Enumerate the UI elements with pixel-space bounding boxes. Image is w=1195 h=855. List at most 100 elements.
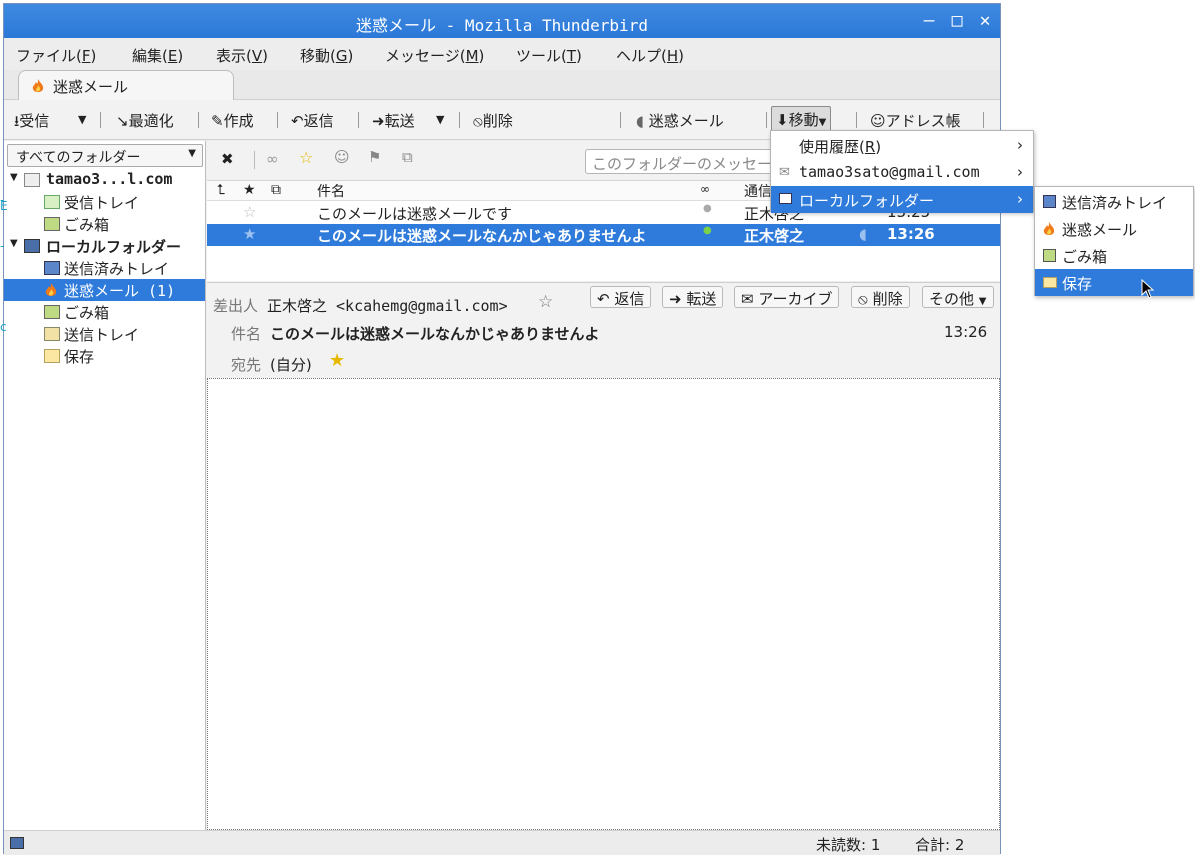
read-dot-icon[interactable]: ● — [703, 203, 712, 214]
trash-icon — [44, 217, 60, 231]
to-value[interactable]: (自分) — [270, 354, 312, 375]
expand-arrow-icon[interactable]: ▼ — [10, 172, 18, 183]
menu-item-recent[interactable]: 使用履歴(R) › — [771, 132, 1033, 159]
broom-icon: ↘ — [116, 112, 129, 130]
read-column-icon[interactable]: ∞ — [700, 182, 710, 196]
menu-bar: ファイル(F) 編集(E) 表示(V) 移動(G) メッセージ(M) ツール(T… — [4, 38, 1000, 70]
star-filter-icon[interactable]: ☆ — [299, 148, 313, 167]
get-mail-button[interactable]: ⭳受信 — [14, 110, 49, 136]
message-row-selected[interactable]: ★ このメールは迷惑メールなんかじゃありませんよ ● 正木啓之 ◖ 13:26 — [207, 224, 1000, 246]
header-forward-button[interactable]: ➜ 転送 — [662, 286, 724, 308]
folder-outbox[interactable]: 送信トレイ — [4, 323, 205, 345]
star-icon[interactable]: ★ — [243, 225, 256, 243]
menu-edit[interactable]: 編集(E) — [132, 45, 183, 66]
forward-button[interactable]: ➜転送 — [372, 110, 415, 131]
minimize-button[interactable]: – — [918, 10, 940, 32]
folder-account-gmail[interactable]: ▼ tamao3...l.com — [4, 169, 205, 191]
arrow-right-icon: ➜ — [669, 290, 682, 308]
menu-help[interactable]: ヘルプ(H) — [616, 45, 684, 66]
move-menu: 使用履歴(R) › ✉ tamao3sato@gmail.com › ローカルフ… — [770, 130, 1034, 213]
close-button[interactable]: ✕ — [974, 10, 996, 32]
forward-dropdown[interactable]: ▼ — [436, 113, 444, 126]
folder-local-trash[interactable]: ごみ箱 — [4, 301, 205, 323]
submenu-item-save[interactable]: 保存 — [1035, 269, 1193, 296]
tab-bar: 迷惑メール — [4, 70, 1000, 100]
thread-column-icon[interactable]: ⮤ — [217, 182, 225, 198]
background-text-fragment: c — [0, 320, 7, 334]
tab-junk[interactable]: 迷惑メール — [18, 70, 234, 100]
compact-button[interactable]: ↘最適化 — [116, 110, 174, 131]
folder-sent[interactable]: 送信済みトレイ — [4, 257, 205, 279]
chevron-down-icon: ▼ — [978, 296, 987, 307]
header-other-button[interactable]: その他 ▼ — [922, 286, 994, 308]
expand-arrow-icon[interactable]: ▼ — [10, 238, 18, 249]
header-reply-button[interactable]: ↶ 返信 — [590, 286, 652, 308]
menu-view[interactable]: 表示(V) — [216, 45, 268, 66]
attachment-icon[interactable]: ⧉ — [402, 148, 413, 166]
chevron-down-icon: ▼ — [188, 148, 196, 159]
from-value[interactable]: 正木啓之 <kcahemg@gmail.com> — [267, 295, 508, 316]
menu-go[interactable]: 移動(G) — [300, 45, 353, 66]
submenu-item-junk[interactable]: 迷惑メール — [1035, 215, 1193, 242]
junk-flame-icon — [45, 283, 57, 296]
from-label: 差出人 — [213, 297, 259, 315]
menu-file[interactable]: ファイル(F) — [16, 45, 96, 66]
folder-trash[interactable]: ごみ箱 — [4, 213, 205, 235]
folder-local-folders[interactable]: ▼ ローカルフォルダー — [4, 235, 205, 257]
computer-icon — [24, 239, 40, 253]
junk-status-icon[interactable]: ◖ — [859, 225, 867, 243]
reply-button[interactable]: ↶返信 — [291, 110, 334, 131]
link-icon[interactable]: ∞ — [266, 150, 279, 168]
attachment-column-icon[interactable]: ⧉ — [271, 182, 281, 198]
sent-icon — [1043, 195, 1056, 208]
correspondent-column[interactable]: 通信 — [744, 181, 772, 201]
folder-icon — [44, 349, 60, 363]
maximize-button[interactable]: □ — [946, 10, 968, 32]
person-icon: ☺ — [870, 112, 886, 130]
separator — [983, 112, 984, 128]
folder-inbox[interactable]: 受信トレイ — [4, 191, 205, 213]
menu-item-local-folders[interactable]: ローカルフォルダー › — [771, 186, 1033, 213]
total-count: 合計: 2 — [915, 836, 965, 854]
folder-mode-selector[interactable]: すべてのフォルダー ▼ — [7, 144, 203, 167]
account-icon — [24, 173, 40, 187]
trash-icon — [44, 305, 60, 319]
pin-icon[interactable]: ✖ — [221, 150, 234, 168]
move-button[interactable]: ⬇移動▼ — [771, 106, 832, 133]
inbox-icon — [44, 195, 60, 209]
separator — [277, 112, 278, 128]
envelope-icon: ✉ — [779, 165, 790, 180]
menu-item-gmail-account[interactable]: ✉ tamao3sato@gmail.com › — [771, 159, 1033, 186]
junk-flame-icon — [1043, 222, 1055, 235]
junk-button[interactable]: ◖ 迷惑メール — [636, 110, 724, 131]
star-icon[interactable]: ☆ — [243, 203, 256, 221]
get-mail-dropdown[interactable]: ▼ — [78, 113, 86, 126]
message-body[interactable] — [207, 378, 1000, 830]
offline-status-icon[interactable] — [10, 837, 24, 849]
star-icon[interactable]: ☆ — [538, 292, 553, 312]
folder-junk[interactable]: 迷惑メール (1) — [4, 279, 205, 301]
background-text-fragment: E — [0, 199, 8, 213]
unread-dot-icon[interactable]: ● — [703, 225, 712, 236]
separator — [198, 112, 199, 128]
submenu-item-sent[interactable]: 送信済みトレイ — [1035, 188, 1193, 215]
menu-tools[interactable]: ツール(T) — [516, 45, 582, 66]
folder-save[interactable]: 保存 — [4, 345, 205, 367]
contact-filter-icon[interactable]: ☺ — [334, 148, 350, 166]
submenu-item-trash[interactable]: ごみ箱 — [1035, 242, 1193, 269]
star-filled-icon[interactable]: ★ — [329, 350, 345, 371]
tag-icon[interactable]: ⚑ — [368, 148, 381, 166]
no-entry-icon: ⦸ — [858, 290, 868, 308]
header-archive-button[interactable]: ✉ アーカイブ — [734, 286, 840, 308]
star-column-icon[interactable]: ★ — [243, 182, 256, 198]
title-bar[interactable]: 迷惑メール - Mozilla Thunderbird – □ ✕ — [4, 4, 1000, 38]
archive-icon: ✉ — [741, 290, 754, 308]
menu-message[interactable]: メッセージ(M) — [385, 45, 484, 66]
delete-button[interactable]: ⦸削除 — [473, 110, 513, 131]
write-button[interactable]: ✎作成 — [211, 110, 254, 131]
subject-column[interactable]: 件名 — [317, 181, 345, 201]
address-book-button[interactable]: ☺アドレス帳 — [870, 110, 961, 131]
header-delete-button[interactable]: ⦸ 削除 — [851, 286, 910, 308]
message-time: 13:26 — [944, 323, 988, 341]
quick-search-input[interactable]: このフォルダーのメッセージ — [585, 149, 785, 174]
